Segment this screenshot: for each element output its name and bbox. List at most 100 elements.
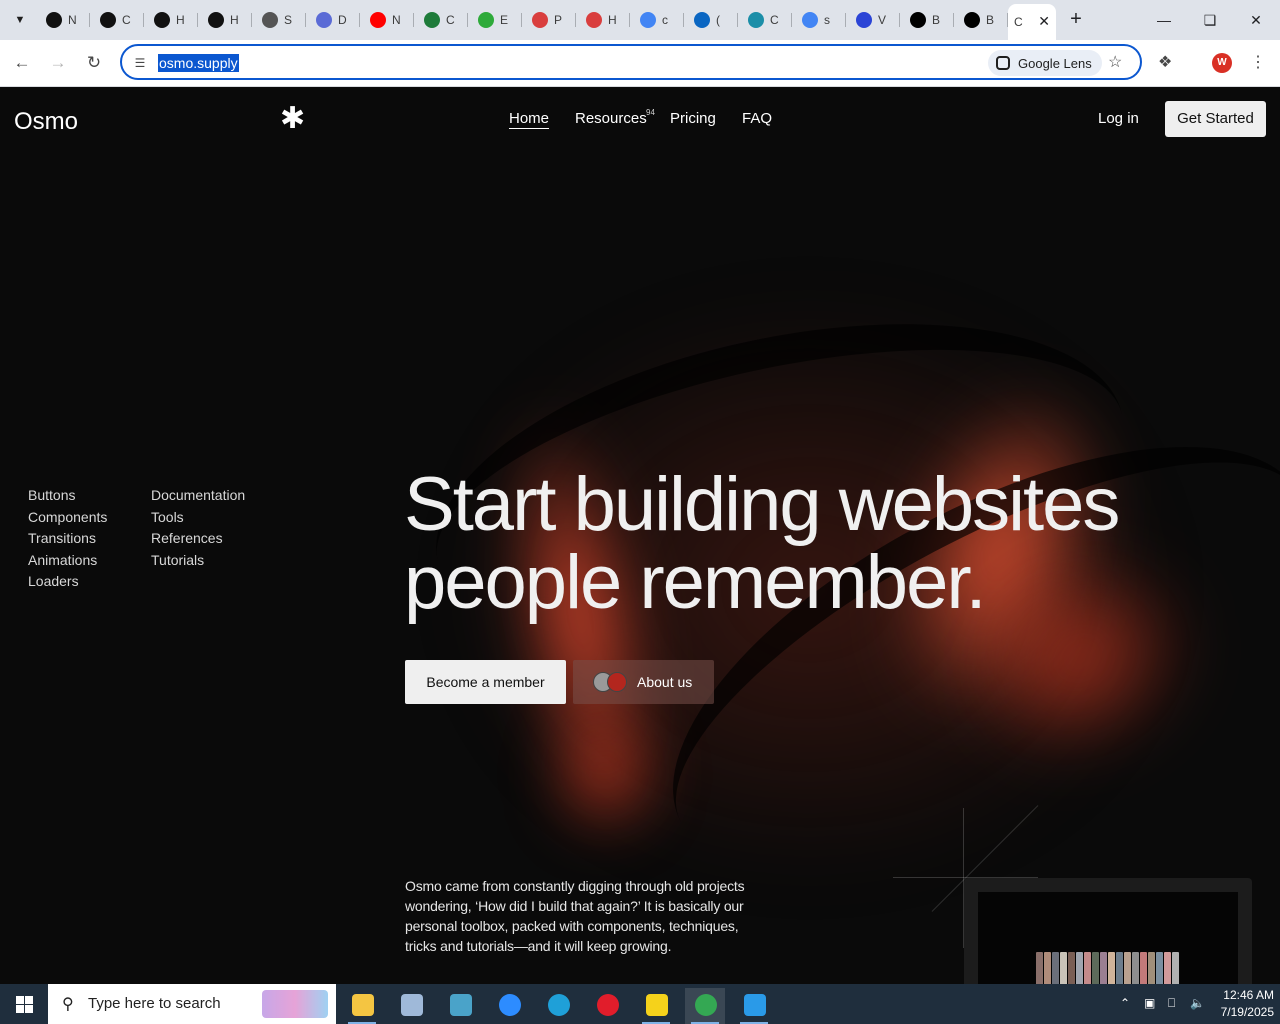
browser-tab[interactable]: E <box>472 6 522 34</box>
nav-faq[interactable]: FAQ <box>742 110 772 127</box>
ticket-icon <box>532 12 548 28</box>
category-link[interactable]: Buttons <box>28 485 107 507</box>
close-tab-icon[interactable]: ✕ <box>1038 13 1050 30</box>
category-link[interactable]: References <box>151 528 245 550</box>
browser-tab[interactable]: s <box>796 6 846 34</box>
linkedin-icon <box>694 12 710 28</box>
browser-tab[interactable]: c <box>634 6 684 34</box>
taskbar-app[interactable] <box>342 988 382 1024</box>
category-link[interactable]: Tutorials <box>151 550 245 572</box>
tab-title: H <box>230 13 239 27</box>
bookmark-star-icon[interactable]: ☆ <box>1108 52 1122 72</box>
browser-tab[interactable]: V <box>850 6 900 34</box>
dribbble-like-icon <box>316 12 332 28</box>
browser-tab[interactable]: H <box>148 6 198 34</box>
forward-button[interactable]: → <box>46 51 70 75</box>
browser-tab[interactable]: H <box>580 6 630 34</box>
windows-logo-icon <box>16 1005 24 1013</box>
browser-tab[interactable]: B <box>958 6 1008 34</box>
taskbar-app[interactable] <box>587 988 627 1024</box>
taskbar-app[interactable] <box>636 988 676 1024</box>
taskbar-app[interactable] <box>538 988 578 1024</box>
browser-tab[interactable]: P <box>526 6 576 34</box>
back-button[interactable]: ← <box>10 51 34 75</box>
tab-title: N <box>392 13 401 27</box>
intro-paragraph: Osmo came from constantly digging throug… <box>405 878 745 954</box>
preview-image <box>978 892 1238 984</box>
openai-icon <box>154 12 170 28</box>
security-icon[interactable]: ▣ <box>1144 996 1155 1010</box>
profile-avatar[interactable]: W <box>1212 53 1232 73</box>
about-us-label: About us <box>637 674 693 690</box>
menu-icon[interactable]: ⋮ <box>1250 52 1266 72</box>
chevron-up-icon[interactable]: ⌃ <box>1120 996 1130 1010</box>
nav-resources[interactable]: Resources <box>575 110 647 127</box>
nav-pricing[interactable]: Pricing <box>670 110 716 127</box>
zoom-icon <box>499 994 521 1016</box>
category-link[interactable]: Documentation <box>151 485 245 507</box>
get-started-button[interactable]: Get Started <box>1165 101 1266 137</box>
start-button[interactable] <box>0 984 48 1024</box>
google-lens-button[interactable]: Google Lens <box>988 50 1102 76</box>
taskbar-app[interactable] <box>734 988 774 1024</box>
minimize-button[interactable]: — <box>1152 8 1176 32</box>
site-info-icon[interactable]: ☰ <box>130 53 150 73</box>
asterisk-icon[interactable]: ✱ <box>280 104 305 134</box>
site-logo[interactable]: Osmo <box>14 108 78 136</box>
browser-tab[interactable]: D <box>310 6 360 34</box>
system-clock[interactable]: 12:46 AM 7/19/2025 <box>1210 987 1274 1021</box>
taskbar-app[interactable] <box>489 988 529 1024</box>
browser-tab[interactable]: C <box>94 6 144 34</box>
login-link[interactable]: Log in <box>1098 110 1139 127</box>
become-member-button[interactable]: Become a member <box>405 660 566 704</box>
category-link[interactable]: Loaders <box>28 571 107 593</box>
restore-button[interactable]: ❏ <box>1198 8 1222 32</box>
browser-tab[interactable]: S <box>256 6 306 34</box>
browser-tab[interactable]: B <box>904 6 954 34</box>
taskbar-app[interactable] <box>440 988 480 1024</box>
preview-strip <box>1100 952 1107 984</box>
tab-separator <box>413 13 414 27</box>
preview-strip <box>1132 952 1139 984</box>
browser-tab[interactable]: N <box>40 6 90 34</box>
preview-card[interactable] <box>964 878 1252 984</box>
about-us-button[interactable]: About us <box>573 660 714 704</box>
taskbar-app[interactable] <box>685 988 725 1024</box>
browser-tab[interactable]: H <box>202 6 252 34</box>
browser-tab[interactable]: C <box>418 6 468 34</box>
category-link[interactable]: Transitions <box>28 528 107 550</box>
browser-tab[interactable]: ( <box>688 6 738 34</box>
preview-strip <box>1124 952 1131 984</box>
openai-icon <box>100 12 116 28</box>
category-link[interactable]: Animations <box>28 550 107 572</box>
clock-date: 7/19/2025 <box>1220 1005 1274 1019</box>
hero-heading: Start building websites people remember. <box>404 466 1264 622</box>
file-explorer-icon <box>352 994 374 1016</box>
nav-home[interactable]: Home <box>509 110 549 127</box>
tab-separator <box>845 13 846 27</box>
tab-search-button[interactable]: ▼ <box>6 6 34 34</box>
new-tab-button[interactable]: + <box>1064 8 1088 32</box>
tab-active[interactable]: C ✕ <box>1008 4 1056 40</box>
extensions-icon[interactable]: ❖ <box>1158 52 1172 72</box>
ticket-icon <box>586 12 602 28</box>
category-link[interactable]: Tools <box>151 507 245 529</box>
preview-strip <box>1044 952 1051 984</box>
browser-tab[interactable]: N <box>364 6 414 34</box>
tab-title: C <box>446 13 455 27</box>
google-icon <box>802 12 818 28</box>
reload-button[interactable]: ↻ <box>82 51 106 75</box>
volume-icon[interactable]: 🔈 <box>1190 996 1205 1010</box>
browser-tab[interactable]: C <box>742 6 792 34</box>
category-link[interactable]: Components <box>28 507 107 529</box>
cube-icon <box>748 12 764 28</box>
close-window-button[interactable]: ✕ <box>1244 8 1268 32</box>
tab-separator <box>197 13 198 27</box>
network-icon[interactable]: ⎕ <box>1168 996 1175 1011</box>
tab-title: P <box>554 13 563 27</box>
taskbar-search[interactable]: ⚲ Type here to search <box>48 984 336 1024</box>
url-text[interactable]: osmo.supply <box>158 54 239 72</box>
taskbar-app[interactable] <box>391 988 431 1024</box>
tab-separator <box>737 13 738 27</box>
address-bar[interactable]: ☰ osmo.supply Google Lens ☆ <box>120 44 1142 80</box>
